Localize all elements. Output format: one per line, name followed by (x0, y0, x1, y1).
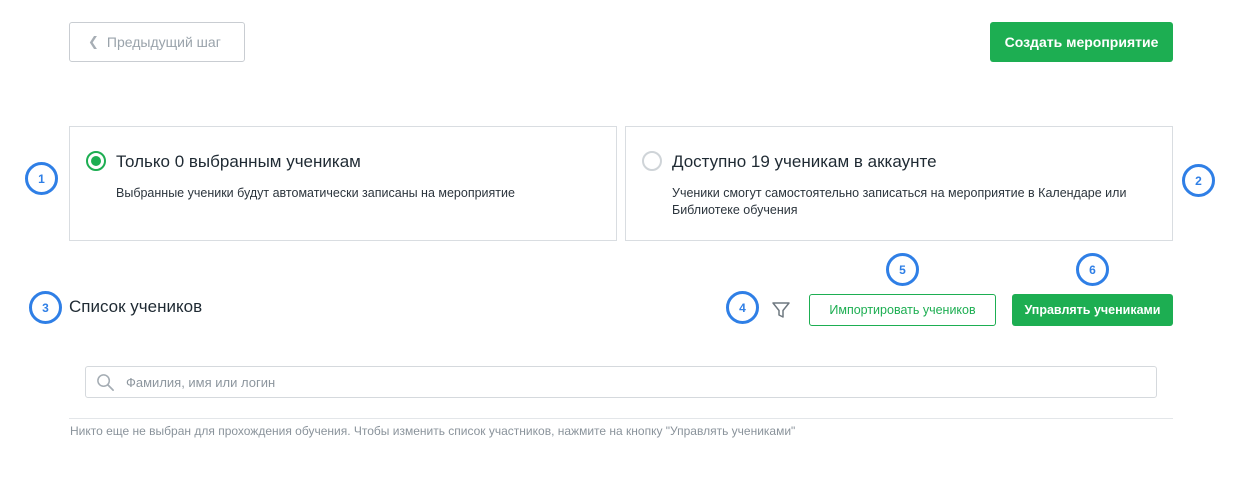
create-event-label: Создать мероприятие (1004, 34, 1159, 50)
option-title: Доступно 19 ученикам в аккаунте (672, 152, 937, 171)
radio-selected-students[interactable] (86, 151, 106, 171)
chevron-left-icon: ❮ (88, 34, 99, 49)
option-all-account-students[interactable]: Доступно 19 ученикам в аккаунте Ученики … (625, 126, 1173, 241)
option-description: Ученики смогут самостоятельно записаться… (672, 186, 1127, 217)
annotation-badge-4: 4 (726, 291, 759, 324)
option-description: Выбранные ученики будут автоматически за… (116, 186, 515, 200)
annotation-badge-2: 2 (1182, 164, 1215, 197)
students-list-title: Список учеников (69, 297, 203, 316)
empty-list-note: Никто еще не выбран для прохождения обуч… (70, 424, 796, 438)
manage-students-button[interactable]: Управлять учениками (1012, 294, 1173, 326)
radio-all-account-students[interactable] (642, 151, 662, 171)
search-field[interactable] (85, 366, 1157, 398)
annotation-badge-5: 5 (886, 253, 919, 286)
annotation-badge-3: 3 (29, 291, 62, 324)
import-students-label: Импортировать учеников (829, 303, 976, 317)
filter-icon[interactable] (771, 300, 791, 320)
previous-step-label: Предыдущий шаг (106, 34, 221, 50)
option-selected-students[interactable]: Только 0 выбранным ученикам Выбранные уч… (69, 126, 617, 241)
annotation-badge-6: 6 (1076, 253, 1109, 286)
search-input[interactable] (126, 367, 1146, 397)
previous-step-button[interactable]: ❮ Предыдущий шаг (69, 22, 245, 62)
search-icon (97, 374, 114, 391)
option-title: Только 0 выбранным ученикам (116, 152, 361, 171)
annotation-badge-1: 1 (25, 162, 58, 195)
create-event-button[interactable]: Создать мероприятие (990, 22, 1173, 62)
import-students-button[interactable]: Импортировать учеников (809, 294, 996, 326)
manage-students-label: Управлять учениками (1024, 303, 1161, 317)
divider (69, 418, 1173, 419)
